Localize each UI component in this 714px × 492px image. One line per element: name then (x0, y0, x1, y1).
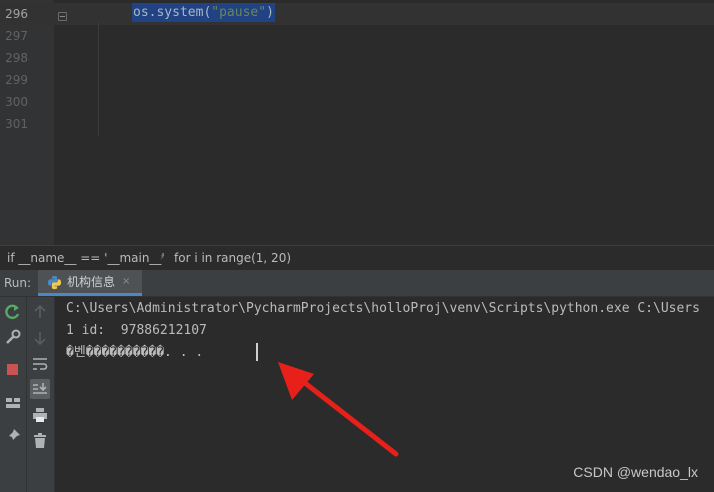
console-toolbar (27, 297, 55, 492)
stop-icon[interactable] (3, 360, 23, 380)
editor-line[interactable]: 301 (0, 113, 714, 135)
run-tab-label: 机构信息 (67, 275, 116, 289)
wrench-icon[interactable] (3, 327, 23, 347)
editor-line[interactable]: 296 os.system("pause") (0, 3, 714, 25)
editor-line[interactable]: 299 (0, 69, 714, 91)
indent-guide (98, 22, 99, 136)
scroll-to-end-icon[interactable] (30, 379, 50, 399)
arrow-down-icon[interactable] (30, 328, 50, 348)
breadcrumb-item[interactable]: for i in range(1, 20) (174, 246, 291, 270)
code-editor[interactable]: 296 os.system("pause") 297 298 299 300 3… (0, 0, 714, 245)
editor-line[interactable]: 297 (0, 25, 714, 47)
trash-icon[interactable] (30, 431, 50, 451)
soft-wrap-icon[interactable] (30, 354, 50, 374)
watermark: CSDN @wendao_lx (573, 464, 698, 480)
run-tool-window-header: Run: 机构信息 × (0, 270, 714, 297)
console-line: C:\Users\Administrator\PycharmProjects\h… (66, 301, 700, 316)
arrow-up-icon[interactable] (30, 302, 50, 322)
layout-icon[interactable] (3, 393, 23, 413)
line-number: 300 (5, 95, 28, 109)
code-call: os.system( (133, 5, 212, 20)
line-number: 296 (5, 7, 28, 21)
code-call-close: ) (266, 5, 274, 20)
line-number: 301 (5, 117, 28, 131)
annotation-arrow-icon (278, 362, 399, 457)
console-line: �벤����������. . . (66, 345, 204, 360)
python-icon (47, 275, 62, 294)
breadcrumb: if __name__ == '__main__' › for i in ran… (0, 245, 714, 270)
close-icon[interactable]: × (122, 270, 130, 294)
run-label: Run: (4, 276, 32, 290)
run-tab[interactable]: 机构信息 × (38, 270, 142, 296)
print-icon[interactable] (30, 405, 50, 425)
chevron-right-icon: › (160, 252, 164, 263)
editor-line[interactable]: 298 (0, 47, 714, 69)
code-string-literal: "pause" (211, 5, 267, 20)
line-number: 299 (5, 73, 28, 87)
fold-icon[interactable] (58, 12, 67, 21)
line-number: 298 (5, 51, 28, 65)
pin-icon[interactable] (3, 426, 23, 446)
console-line: 1 id: 97886212107 (66, 323, 207, 338)
line-number: 297 (5, 29, 28, 43)
breadcrumb-item[interactable]: if __name__ == '__main__' (7, 246, 165, 270)
selected-code[interactable]: os.system("pause") (132, 3, 275, 22)
run-toolbar (0, 297, 27, 492)
text-cursor (256, 343, 258, 361)
rerun-icon[interactable] (3, 302, 23, 322)
editor-line[interactable]: 300 (0, 91, 714, 113)
